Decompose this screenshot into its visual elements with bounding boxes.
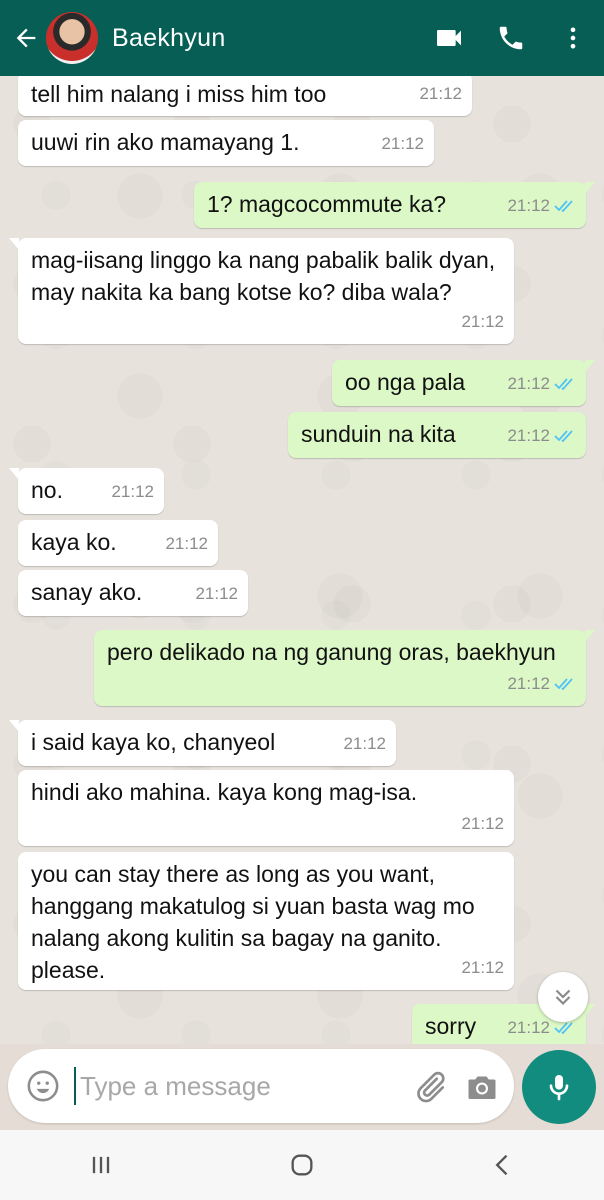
double-check-icon	[554, 1022, 573, 1035]
video-call-button[interactable]	[418, 0, 480, 76]
message-text: mag-iisang linggo ka nang pabalik balik …	[31, 247, 502, 305]
voice-call-button[interactable]	[480, 0, 542, 76]
message-text: sanay ako.	[31, 579, 143, 605]
paperclip-icon	[417, 1071, 445, 1103]
message-time: 21:12	[111, 482, 154, 501]
video-camera-icon	[437, 30, 461, 46]
avatar[interactable]	[46, 12, 98, 64]
message-time: 21:12	[507, 426, 550, 445]
double-check-icon	[554, 430, 573, 443]
more-vertical-icon	[570, 27, 576, 49]
contact-name[interactable]: Baekhyun	[112, 24, 418, 53]
message-incoming[interactable]: uuwi rin ako mamayang 1. 21:12	[18, 120, 434, 166]
message-time: 21:12	[507, 374, 550, 393]
message-text: no.	[31, 477, 63, 503]
message-composer	[0, 1044, 604, 1130]
message-input[interactable]	[74, 1067, 404, 1105]
message-text: sunduin na kita	[301, 421, 456, 447]
message-text: kaya ko.	[31, 529, 117, 555]
message-text: you can stay there as long as you want, …	[31, 861, 482, 983]
emoji-button[interactable]	[26, 1069, 60, 1103]
message-incoming[interactable]: no. 21:12	[9, 468, 164, 514]
message-text: 1? magcocommute ka?	[207, 191, 447, 217]
attach-button[interactable]	[412, 1069, 448, 1105]
scroll-to-bottom-button[interactable]	[538, 972, 588, 1022]
message-outgoing[interactable]: sunduin na kita 21:12	[288, 412, 586, 458]
message-text: uuwi rin ako mamayang 1.	[31, 129, 300, 155]
message-time: 21:12	[507, 1018, 550, 1037]
message-input-container	[8, 1049, 514, 1123]
message-outgoing[interactable]: pero delikado na ng ganung oras, baekhyu…	[94, 630, 595, 706]
message-outgoing[interactable]: oo nga pala 21:12	[332, 360, 595, 406]
system-navigation-bar	[0, 1130, 604, 1200]
message-time: 21:12	[419, 84, 462, 103]
message-time: 21:12	[461, 958, 504, 977]
message-time: 21:12	[195, 584, 238, 603]
back-button[interactable]	[6, 0, 46, 76]
emoji-icon	[27, 1070, 59, 1102]
arrow-left-icon	[16, 28, 36, 48]
message-text: i said kaya ko, chanyeol	[31, 729, 276, 755]
message-text: hindi ako mahina. kaya kong mag-isa.	[31, 779, 418, 805]
back-nav-button[interactable]	[463, 1135, 543, 1195]
message-time: 21:12	[461, 312, 504, 331]
double-check-icon	[554, 200, 573, 213]
message-time: 21:12	[343, 734, 386, 753]
message-incoming[interactable]: sanay ako. 21:12	[18, 570, 248, 616]
recent-apps-button[interactable]	[61, 1135, 141, 1195]
message-list[interactable]: tell him nalang i miss him too 21:12 uuw…	[0, 76, 604, 1044]
message-text: oo nga pala	[345, 369, 466, 395]
message-incoming[interactable]: i said kaya ko, chanyeol 21:12	[9, 720, 396, 766]
message-time: 21:12	[165, 534, 208, 553]
message-time: 21:12	[381, 134, 424, 153]
microphone-icon	[549, 1075, 569, 1101]
message-incoming[interactable]: kaya ko. 21:12	[18, 520, 218, 566]
double-check-icon	[554, 678, 573, 691]
message-text: pero delikado na ng ganung oras, baekhyu…	[107, 639, 556, 665]
message-incoming[interactable]: hindi ako mahina. kaya kong mag-isa. 21:…	[18, 770, 514, 846]
recent-apps-icon	[92, 1156, 109, 1174]
message-time: 21:12	[507, 674, 550, 693]
message-incoming[interactable]: you can stay there as long as you want, …	[18, 852, 514, 990]
message-incoming[interactable]: mag-iisang linggo ka nang pabalik balik …	[9, 238, 514, 344]
voice-record-button[interactable]	[522, 1050, 596, 1124]
double-check-icon	[554, 378, 573, 391]
phone-icon	[499, 26, 523, 50]
camera-icon	[468, 1076, 496, 1099]
message-incoming[interactable]: tell him nalang i miss him too 21:12	[18, 76, 472, 116]
home-icon	[291, 1154, 313, 1176]
home-button[interactable]	[262, 1135, 342, 1195]
message-time: 21:12	[507, 196, 550, 215]
chevron-left-icon	[495, 1154, 508, 1176]
camera-button[interactable]	[464, 1069, 500, 1105]
message-text: tell him nalang i miss him too	[31, 81, 327, 107]
message-text: sorry	[425, 1013, 477, 1039]
message-outgoing[interactable]: 1? magcocommute ka? 21:12	[194, 182, 595, 228]
double-chevron-down-icon	[555, 989, 571, 1006]
menu-button[interactable]	[542, 0, 604, 76]
chat-header: Baekhyun	[0, 0, 604, 76]
message-time: 21:12	[461, 814, 504, 833]
